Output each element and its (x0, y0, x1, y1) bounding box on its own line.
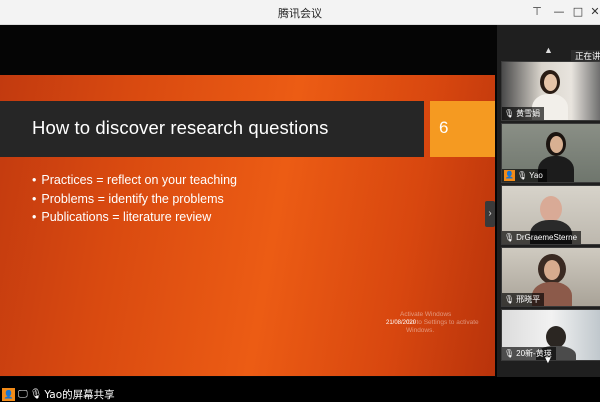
participant-tile[interactable]: 🎙 邢晓平 (501, 247, 600, 307)
shared-screen[interactable]: How to discover research questions 6 • Pr… (0, 25, 497, 377)
mic-icon: 🎙 (504, 233, 515, 242)
mic-icon: 🎙 (517, 171, 528, 180)
slide-bullet: • Publications = literature review (32, 210, 212, 224)
participant-tile[interactable]: 🎙 20新-黄瑛 (501, 309, 600, 361)
participant-tile[interactable]: 🎙 DrGraemeSterne (501, 185, 600, 245)
scroll-up-icon[interactable]: ▲ (544, 45, 553, 55)
scroll-down-icon[interactable]: ▼ (543, 355, 553, 366)
presentation-slide: How to discover research questions 6 • Pr… (0, 75, 495, 376)
bottom-status-bar: 👤 🖵 🎙 Yao的屏幕共享 (0, 377, 600, 401)
screen-share-label: Yao的屏幕共享 (44, 389, 115, 401)
slide-bullet: • Practices = reflect on your teaching (32, 173, 237, 187)
slide-title-bar: How to discover research questions (0, 101, 424, 157)
slide-bullet-list: • Practices = reflect on your teaching • P… (32, 171, 237, 227)
slide-number: 6 (439, 118, 449, 137)
host-icon: 👤 (2, 388, 15, 401)
mic-icon: 🎙 (29, 389, 43, 400)
close-button[interactable]: ✕ (586, 3, 600, 21)
participant-namebar: 🎙 邢晓平 (502, 293, 545, 306)
slide-date: 21/08/2020 (386, 320, 417, 326)
mic-muted-icon: 🎙 (504, 349, 515, 358)
participant-tile[interactable]: 👤 🎙 Yao (501, 123, 600, 183)
slide-bullet: • Problems = identify the problems (32, 191, 224, 206)
window-titlebar: 腾讯会议 ⊤ — □ ✕ (0, 0, 600, 25)
mic-icon: 🎙 (504, 295, 515, 304)
slide-title: How to discover research questions (32, 117, 329, 138)
participant-namebar: 👤 🎙 Yao (502, 169, 547, 182)
slide-number-box: 6 (430, 101, 495, 157)
participant-tile[interactable]: 🎙 黄雪娟 (501, 61, 600, 121)
participant-video-sidebar: ▲ 正在讲话 🎙 黄雪娟 👤 🎙 Yao (497, 25, 600, 377)
meeting-main: How to discover research questions 6 • Pr… (0, 25, 600, 401)
screen-share-indicator: 👤 🖵 🎙 Yao的屏幕共享 (2, 387, 115, 402)
window-title: 腾讯会议 (278, 7, 322, 20)
participant-namebar: 🎙 黄雪娟 (502, 107, 545, 120)
host-icon: 👤 (504, 170, 515, 181)
minimize-button[interactable]: — (550, 3, 568, 21)
collapse-sidebar-handle[interactable]: › (485, 201, 495, 227)
pin-icon[interactable]: ⊤ (528, 3, 546, 21)
maximize-button[interactable]: □ (569, 3, 587, 21)
screen-share-icon: 🖵 (18, 389, 28, 400)
participant-namebar: 🎙 DrGraemeSterne (502, 231, 582, 244)
chevron-right-icon: › (488, 208, 492, 219)
mic-muted-icon: 🎙 (504, 109, 515, 118)
